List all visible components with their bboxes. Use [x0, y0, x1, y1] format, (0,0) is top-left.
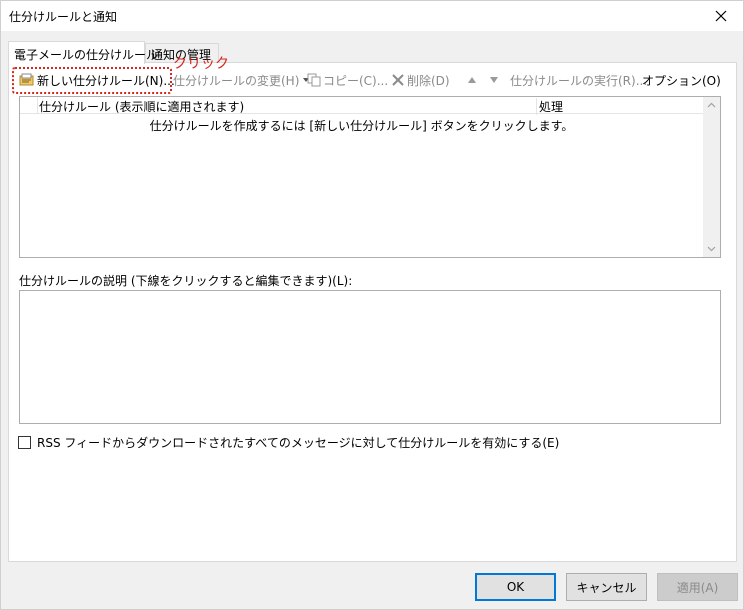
- copy-rule-button[interactable]: コピー(C)...: [307, 68, 388, 92]
- rules-list[interactable]: 仕分けルール (表示順に適用されます) 処理 仕分けルールを作成するには [新し…: [19, 96, 721, 258]
- copy-icon: [307, 73, 321, 87]
- window-title: 仕分けルールと通知: [9, 10, 118, 24]
- close-button[interactable]: [699, 1, 743, 31]
- rss-rules-option[interactable]: RSS フィードからダウンロードされたすべてのメッセージに対して仕分けルールを有…: [18, 434, 559, 451]
- column-header-action[interactable]: 処理: [536, 98, 563, 115]
- header-separator: [37, 97, 38, 114]
- scroll-up-icon[interactable]: [707, 101, 716, 110]
- scroll-down-icon[interactable]: [707, 244, 716, 253]
- rule-description-label: 仕分けルールの説明 (下線をクリックすると編集できます)(L):: [19, 274, 353, 288]
- rules-list-header: 仕分けルール (表示順に適用されます) 処理: [20, 97, 703, 115]
- ok-button[interactable]: OK: [475, 573, 556, 601]
- move-down-button[interactable]: [489, 68, 501, 92]
- close-icon: [715, 10, 727, 22]
- copy-rule-label: コピー(C)...: [323, 73, 389, 88]
- title-bar: 仕分けルールと通知: [1, 1, 743, 31]
- rss-rules-label: RSS フィードからダウンロードされたすべてのメッセージに対して仕分けルールを有…: [37, 436, 560, 450]
- click-highlight-box: [12, 67, 172, 94]
- rss-rules-checkbox[interactable]: [18, 436, 31, 449]
- options-label: オプション(O): [642, 73, 721, 88]
- options-button[interactable]: オプション(O): [642, 68, 721, 92]
- rule-description-box[interactable]: [19, 290, 721, 424]
- arrow-down-icon: [490, 77, 498, 83]
- rules-list-empty-message: 仕分けルールを作成するには [新しい仕分けルール] ボタンをクリックします。: [149, 119, 574, 133]
- change-rule-label: 仕分けルールの変更(H): [173, 73, 300, 88]
- arrow-up-icon: [468, 77, 476, 83]
- run-rules-label: 仕分けルールの実行(R)...: [510, 73, 648, 88]
- rules-and-alerts-dialog: 仕分けルールと通知 電子メールの仕分けルール 通知の管理 新しい仕分けルール(N…: [0, 0, 744, 610]
- apply-button[interactable]: 適用(A): [657, 573, 738, 601]
- click-annotation: クリック: [173, 56, 229, 72]
- run-rules-button[interactable]: 仕分けルールの実行(R)...: [510, 68, 647, 92]
- delete-rule-label: 削除(D): [407, 73, 450, 88]
- column-header-rule[interactable]: 仕分けルール (表示順に適用されます): [39, 98, 244, 115]
- delete-rule-button[interactable]: 削除(D): [391, 68, 450, 92]
- rules-list-scrollbar[interactable]: [703, 97, 720, 257]
- tab-email-rules[interactable]: 電子メールの仕分けルール: [8, 41, 158, 64]
- move-up-button[interactable]: [467, 68, 479, 92]
- delete-icon: [392, 74, 404, 86]
- cancel-button[interactable]: キャンセル: [566, 573, 647, 601]
